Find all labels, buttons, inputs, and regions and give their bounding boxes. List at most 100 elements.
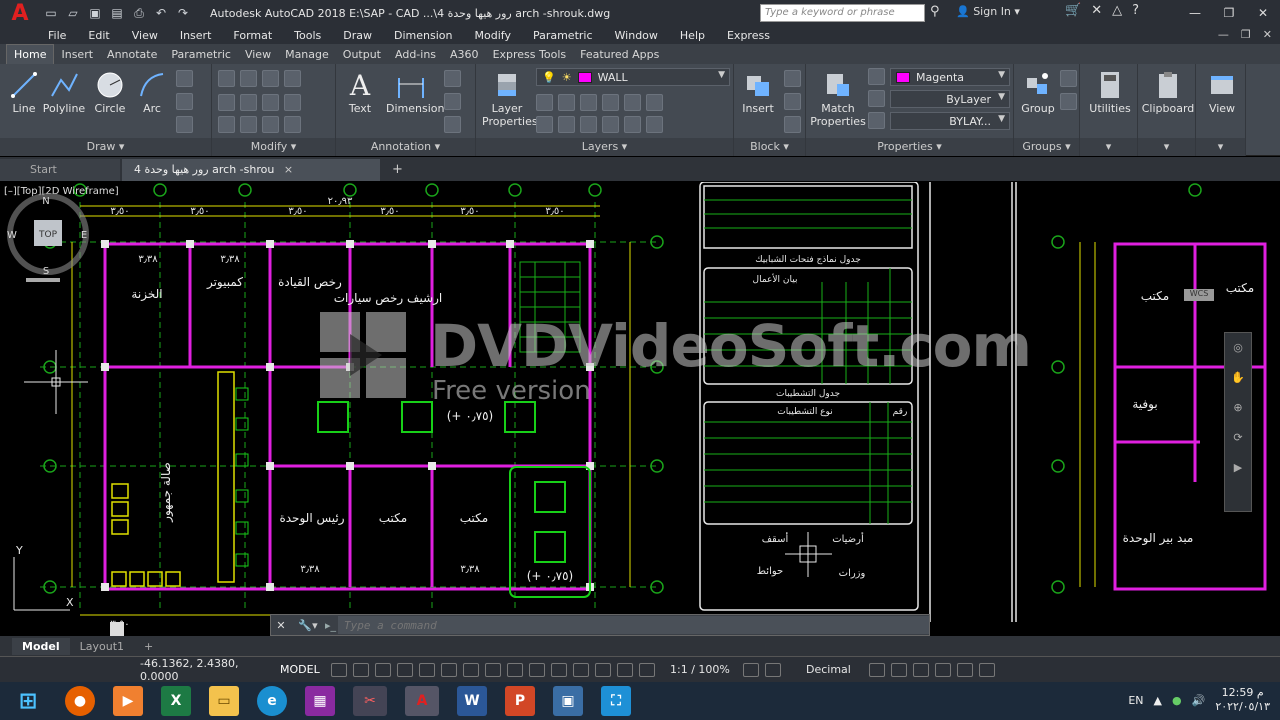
menu-draw[interactable]: Draw xyxy=(343,29,372,42)
volume-icon[interactable]: 🔊 xyxy=(1192,694,1206,707)
zoom-extents-icon[interactable]: ⊕ xyxy=(1225,393,1251,423)
clipboard-tool[interactable]: Clipboard xyxy=(1140,68,1196,115)
annotation-monitor-icon[interactable] xyxy=(765,662,781,677)
fillet-icon[interactable] xyxy=(262,94,279,111)
create-block-icon[interactable] xyxy=(784,70,801,87)
grid-icon[interactable] xyxy=(331,662,347,677)
auto-scale-icon[interactable] xyxy=(639,662,655,677)
properties-panel-title[interactable]: Properties ▾ xyxy=(806,138,1013,156)
layer-properties-tool[interactable]: Layer Properties xyxy=(482,68,538,128)
utilities-tool[interactable]: Utilities xyxy=(1084,68,1136,115)
undo-icon[interactable]: ↶ xyxy=(151,4,171,22)
a360-icon[interactable]: △ xyxy=(1112,3,1122,18)
steering-wheel-icon[interactable]: ◎ xyxy=(1225,333,1251,363)
redo-icon[interactable]: ↷ xyxy=(173,4,193,22)
clock[interactable]: 12:59 م ٢٠٢٢/٠٥/١٣ xyxy=(1215,686,1270,714)
transparency-icon[interactable] xyxy=(551,662,567,677)
menu-tools[interactable]: Tools xyxy=(294,29,321,42)
customization-icon[interactable] xyxy=(979,662,995,677)
tab-a360[interactable]: A360 xyxy=(443,45,486,64)
utilities-chevron[interactable]: ▾ xyxy=(1080,138,1137,156)
tab-annotate[interactable]: Annotate xyxy=(100,45,164,64)
group-edit-icon[interactable] xyxy=(1060,93,1077,110)
tab-output[interactable]: Output xyxy=(336,45,388,64)
tab-current-drawing[interactable]: 4 رور هيها وحدة arch -shrou × xyxy=(122,159,380,181)
rectangle-icon[interactable] xyxy=(176,70,193,87)
menu-file[interactable]: File xyxy=(48,29,66,42)
infer-icon[interactable] xyxy=(375,662,391,677)
photos-icon[interactable]: ▣ xyxy=(553,686,583,716)
annotation-visibility-icon[interactable] xyxy=(617,662,633,677)
polyline-tool[interactable]: Polyline xyxy=(40,68,88,115)
offset-icon[interactable] xyxy=(284,116,301,133)
rar-icon[interactable]: ▦ xyxy=(305,686,335,716)
trim-icon[interactable] xyxy=(262,70,279,87)
annotation-scale[interactable]: 1:1 / 100% xyxy=(670,663,740,676)
sign-in-button[interactable]: 👤 Sign In ▾ xyxy=(956,5,1020,18)
layer-tool-12-icon[interactable] xyxy=(646,116,663,133)
excel-icon[interactable]: X xyxy=(161,686,191,716)
close-button[interactable]: ✕ xyxy=(1246,0,1280,26)
cart-icon[interactable]: 🛒 xyxy=(1065,3,1081,18)
dimension-tool[interactable]: Dimension xyxy=(386,68,444,115)
search-input[interactable]: Type a keyword or phrase xyxy=(760,4,925,22)
tab-start[interactable]: Start xyxy=(0,159,120,181)
hardware-acceleration-icon[interactable] xyxy=(935,662,951,677)
ungroup-icon[interactable] xyxy=(1060,70,1077,87)
explode-icon[interactable] xyxy=(284,94,301,111)
new-tab-button[interactable]: + xyxy=(382,158,413,181)
menu-parametric[interactable]: Parametric xyxy=(533,29,593,42)
viewcube-south[interactable]: S xyxy=(43,266,49,277)
arc-tool[interactable]: Arc xyxy=(128,68,176,115)
show-hidden-icons[interactable]: ▲ xyxy=(1154,694,1162,707)
tab-addins[interactable]: Add-ins xyxy=(388,45,443,64)
copy-icon[interactable] xyxy=(218,94,235,111)
modify-panel-title[interactable]: Modify ▾ xyxy=(212,138,335,156)
leader-icon[interactable] xyxy=(444,70,461,87)
layer-tool-11-icon[interactable] xyxy=(624,116,641,133)
new-icon[interactable]: ▭ xyxy=(41,4,61,22)
menu-insert[interactable]: Insert xyxy=(180,29,212,42)
layer-tool-7-icon[interactable] xyxy=(536,116,553,133)
menu-express[interactable]: Express xyxy=(727,29,770,42)
lineweight-icon[interactable] xyxy=(529,662,545,677)
tab-featured-apps[interactable]: Featured Apps xyxy=(573,45,666,64)
doc-minimize-icon[interactable]: — xyxy=(1218,28,1229,41)
dynamic-input-icon[interactable] xyxy=(397,662,413,677)
binoculars-icon[interactable]: ⚲ xyxy=(930,4,940,19)
viewcube-east[interactable]: E xyxy=(81,230,87,241)
block-panel-title[interactable]: Block ▾ xyxy=(734,138,805,156)
layer-tool-1-icon[interactable] xyxy=(536,94,553,111)
isolate-objects-icon[interactable] xyxy=(913,662,929,677)
word-icon[interactable]: W xyxy=(457,686,487,716)
tab-home[interactable]: Home xyxy=(6,44,55,64)
insert-block-tool[interactable]: Insert xyxy=(734,68,782,115)
layers-panel-title[interactable]: Layers ▾ xyxy=(476,138,733,156)
move-icon[interactable] xyxy=(218,70,235,87)
tab-parametric[interactable]: Parametric xyxy=(164,45,238,64)
viewcube-top[interactable]: TOP xyxy=(38,230,58,240)
menu-edit[interactable]: Edit xyxy=(88,29,109,42)
polar-icon[interactable] xyxy=(441,662,457,677)
tab-express-tools[interactable]: Express Tools xyxy=(486,45,574,64)
autocad-logo-icon[interactable]: A xyxy=(0,0,40,26)
3d-osnap-icon[interactable] xyxy=(595,662,611,677)
object-snap-tracking-icon[interactable] xyxy=(485,662,501,677)
edit-block-icon[interactable] xyxy=(784,93,801,110)
layer-tool-3-icon[interactable] xyxy=(580,94,597,111)
hatch-icon[interactable] xyxy=(176,93,193,110)
canvas-scroll-handle[interactable] xyxy=(110,622,124,636)
layer-tool-9-icon[interactable] xyxy=(580,116,597,133)
linetype-icon[interactable] xyxy=(868,90,885,107)
viewcube-west[interactable]: W xyxy=(7,230,17,241)
doc-close-icon[interactable]: ✕ xyxy=(1263,28,1272,41)
doc-restore-icon[interactable]: ❐ xyxy=(1241,28,1251,41)
layer-tool-5-icon[interactable] xyxy=(624,94,641,111)
units-selector[interactable]: Decimal xyxy=(806,663,866,676)
customize-icon[interactable]: 🔧▾ xyxy=(291,619,325,632)
save-icon[interactable]: ▣ xyxy=(85,4,105,22)
layer-tool-8-icon[interactable] xyxy=(558,116,575,133)
start-button[interactable]: ⊞ xyxy=(2,684,54,718)
tab-layout1[interactable]: Layout1 xyxy=(70,638,134,655)
viewcube[interactable]: TOP N S W E xyxy=(0,182,100,282)
